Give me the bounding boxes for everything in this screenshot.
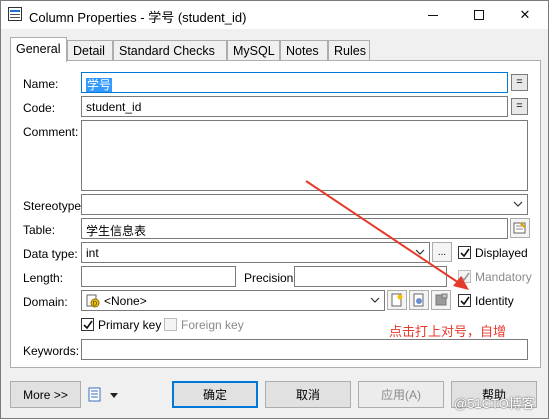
watermark: @51CTO博客	[454, 396, 535, 411]
tab-general[interactable]: General	[10, 37, 67, 62]
annotation-arrow	[305, 180, 469, 290]
column-properties-dialog: Column Properties - 学号 (student_id) ✕ Ge…	[0, 0, 549, 419]
annotation-text: 点击打上对号，自增	[389, 324, 507, 339]
